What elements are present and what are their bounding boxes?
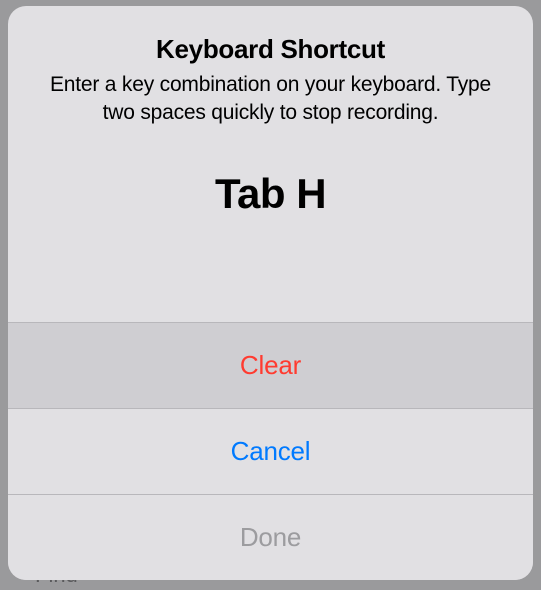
keyboard-shortcut-alert: Keyboard Shortcut Enter a key combinatio… (8, 6, 533, 580)
done-button[interactable]: Done (8, 494, 533, 580)
alert-message: Enter a key combination on your keyboard… (38, 71, 503, 128)
alert-title: Keyboard Shortcut (38, 34, 503, 65)
shortcut-display: Tab H (8, 148, 533, 260)
cancel-button[interactable]: Cancel (8, 408, 533, 494)
shortcut-value: Tab H (8, 170, 533, 218)
alert-buttons: Clear Cancel Done (8, 322, 533, 580)
clear-button[interactable]: Clear (8, 322, 533, 408)
alert-header: Keyboard Shortcut Enter a key combinatio… (8, 6, 533, 148)
